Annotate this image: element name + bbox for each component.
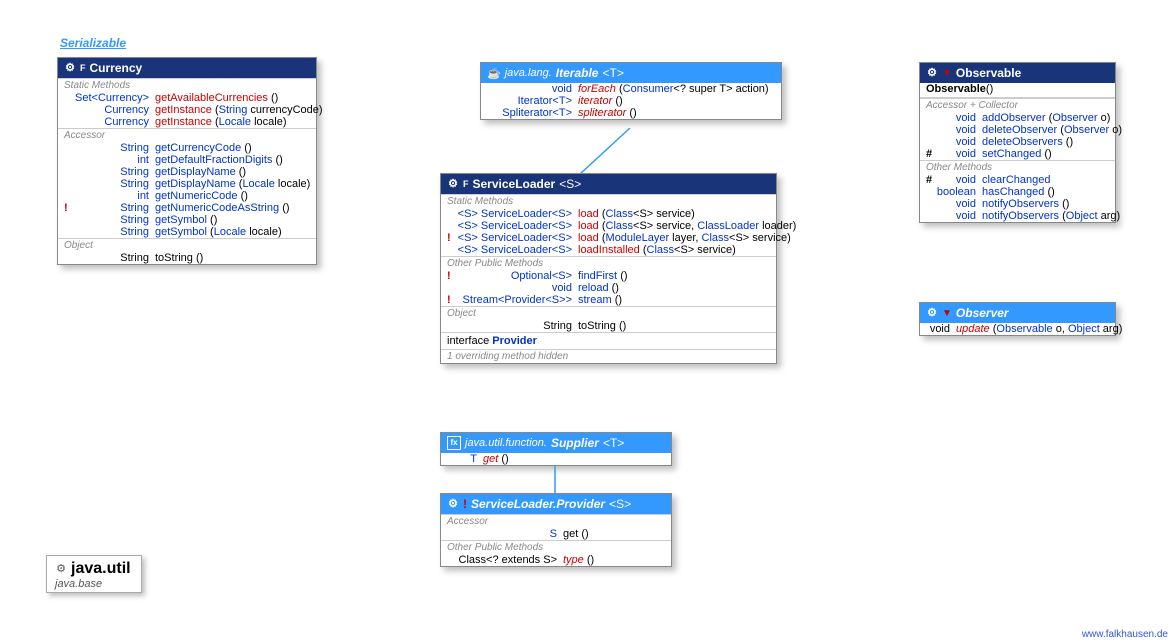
- class-title: ServiceLoader.Provider: [471, 497, 605, 511]
- class-title: Observable: [956, 66, 1021, 80]
- class-title: Iterable: [556, 66, 599, 80]
- method-row: CurrencygetInstance (String currencyCode…: [58, 104, 316, 116]
- section-object: Object: [58, 238, 316, 252]
- constructor-row: Observable (): [920, 83, 1115, 98]
- deprecated-icon: [942, 68, 952, 79]
- section-other-methods: Other Methods: [920, 160, 1115, 174]
- fn-icon: fx: [447, 436, 461, 450]
- class-prefix: java.util.function.: [465, 437, 547, 449]
- method-row: Iterator<T>iterator (): [481, 95, 781, 107]
- observable-header: Observable: [920, 63, 1115, 83]
- section-static-methods: Static Methods: [58, 78, 316, 92]
- final-marker: F: [80, 63, 86, 73]
- generic-param: <S>: [559, 177, 581, 191]
- package-module: java.base: [55, 578, 131, 590]
- observer-header: Observer: [920, 303, 1115, 323]
- method-row: <S> ServiceLoader<S>load (Class<S> servi…: [441, 220, 776, 232]
- method-row: Tget (): [441, 453, 671, 465]
- inner-interface: interface Provider: [441, 332, 776, 349]
- currency-header: F Currency: [58, 58, 316, 78]
- package-title: java.util: [71, 560, 131, 578]
- method-row: StringgetSymbol (): [58, 214, 316, 226]
- serviceloader-header: F ServiceLoader <S>: [441, 174, 776, 194]
- iterable-header: java.lang. Iterable <T>: [481, 63, 781, 83]
- method-row: voiddeleteObserver (Observer o): [920, 124, 1115, 136]
- method-row: StringgetDisplayName (Locale locale): [58, 178, 316, 190]
- note-hidden: 1 overriding method hidden: [441, 349, 776, 363]
- gear-icon: [447, 178, 459, 190]
- method-row: Set<Currency>getAvailableCurrencies (): [58, 92, 316, 104]
- method-row: voidforEach (Consumer<? super T> action): [481, 83, 781, 95]
- method-row: voidnotifyObservers (Object arg): [920, 210, 1115, 222]
- method-row: !<S> ServiceLoader<S>load (ModuleLayer l…: [441, 232, 776, 244]
- section-other-methods: Other Public Methods: [441, 256, 776, 270]
- method-row: !StringgetNumericCodeAsString (): [58, 202, 316, 214]
- class-title: Observer: [956, 306, 1009, 320]
- generic-param: <T>: [603, 436, 624, 450]
- section-other-methods: Other Public Methods: [441, 540, 671, 554]
- method-row: !Stream<Provider<S>>stream (): [441, 294, 776, 306]
- section-accessor-collector: Accessor + Collector: [920, 98, 1115, 112]
- section-object: Object: [441, 306, 776, 320]
- section-accessor: Accessor: [58, 128, 316, 142]
- method-row: StringtoString (): [441, 320, 776, 332]
- section-accessor: Accessor: [441, 514, 671, 528]
- method-row: #voidsetChanged (): [920, 148, 1115, 160]
- gear-icon: [55, 563, 67, 575]
- class-prefix: java.lang.: [505, 67, 552, 79]
- method-row: intgetDefaultFractionDigits (): [58, 154, 316, 166]
- method-row: <S> ServiceLoader<S>load (Class<S> servi…: [441, 208, 776, 220]
- method-row: intgetNumericCode (): [58, 190, 316, 202]
- deprecated-icon: [942, 308, 952, 319]
- class-title: Supplier: [551, 436, 599, 450]
- connector-supplier-provider: [440, 466, 670, 496]
- provider-header: ! ServiceLoader.Provider <S>: [441, 494, 671, 514]
- method-row: StringgetCurrencyCode (): [58, 142, 316, 154]
- watermark-link[interactable]: www.falkhausen.de: [1082, 629, 1168, 640]
- method-row: Class<? extends S>type (): [441, 554, 671, 566]
- class-title: ServiceLoader: [473, 177, 556, 191]
- java-cup-icon: [487, 66, 501, 80]
- method-row: #voidclearChanged: [920, 174, 1115, 186]
- serializable-link[interactable]: Serializable: [60, 36, 126, 50]
- new-marker: !: [463, 497, 467, 511]
- class-observable: Observable Observable () Accessor + Coll…: [919, 62, 1116, 223]
- method-row: !Optional<S>findFirst (): [441, 270, 776, 282]
- class-serviceloader: F ServiceLoader <S> Static Methods <S> S…: [440, 173, 777, 364]
- gear-icon: [447, 498, 459, 510]
- class-observer: Observer voidupdate (Observable o, Objec…: [919, 302, 1116, 336]
- method-row: StringgetDisplayName (): [58, 166, 316, 178]
- supplier-header: fx java.util.function. Supplier <T>: [441, 433, 671, 453]
- method-row: voiddeleteObservers (): [920, 136, 1115, 148]
- gear-icon: [64, 62, 76, 74]
- method-row: voidnotifyObservers (): [920, 198, 1115, 210]
- connector-iterable-serviceloader: [440, 128, 840, 178]
- class-iterable: java.lang. Iterable <T> voidforEach (Cons…: [480, 62, 782, 120]
- final-marker: F: [463, 179, 469, 189]
- gear-icon: [926, 67, 938, 79]
- package-label: java.util java.base: [46, 555, 142, 593]
- method-row: voidupdate (Observable o, Object arg): [920, 323, 1115, 335]
- section-static-methods: Static Methods: [441, 194, 776, 208]
- method-row: <S> ServiceLoader<S>loadInstalled (Class…: [441, 244, 776, 256]
- method-row: CurrencygetInstance (Locale locale): [58, 116, 316, 128]
- class-supplier: fx java.util.function. Supplier <T> Tget …: [440, 432, 672, 466]
- method-row: StringtoString (): [58, 252, 316, 264]
- method-row: StringgetSymbol (Locale locale): [58, 226, 316, 238]
- class-title: Currency: [90, 61, 143, 75]
- method-row: booleanhasChanged (): [920, 186, 1115, 198]
- method-row: voidaddObserver (Observer o): [920, 112, 1115, 124]
- method-row: voidreload (): [441, 282, 776, 294]
- class-currency: F Currency Static Methods Set<Currency>g…: [57, 57, 317, 265]
- method-row: Spliterator<T>spliterator (): [481, 107, 781, 119]
- generic-param: <T>: [602, 66, 623, 80]
- generic-param: <S>: [609, 497, 631, 511]
- gear-icon: [926, 307, 938, 319]
- method-row: Sget (): [441, 528, 671, 540]
- class-provider: ! ServiceLoader.Provider <S> Accessor Sg…: [440, 493, 672, 567]
